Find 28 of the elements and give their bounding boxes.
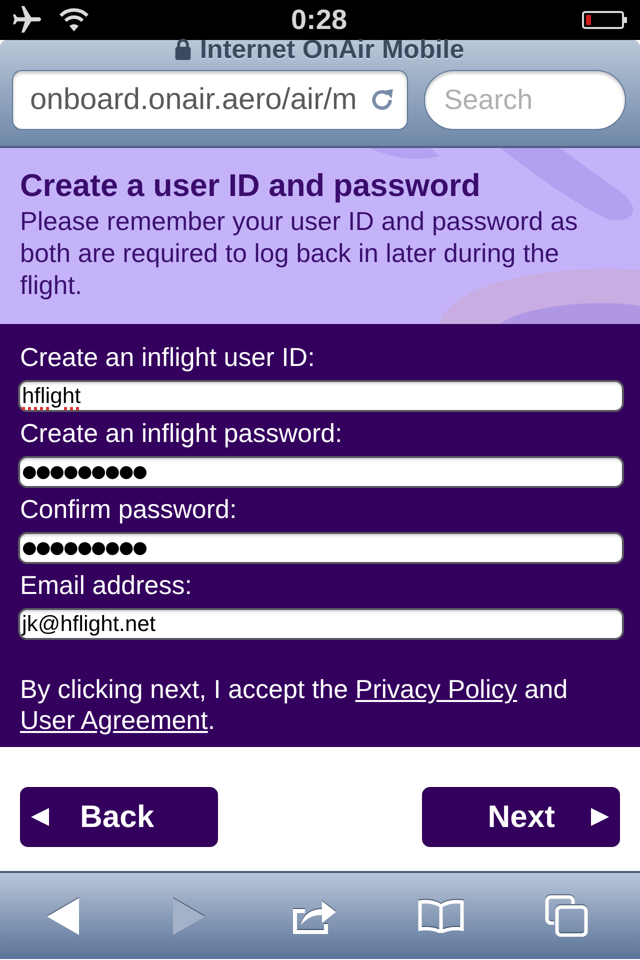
instruction-text: Please remember your user ID and password as both are required to log back in later during the flight. bbox=[20, 205, 579, 301]
page-title: Internet OnAir Mobile bbox=[200, 37, 464, 61]
text-field[interactable]: jk@hflight.net bbox=[18, 608, 624, 640]
right-triangle-icon bbox=[590, 807, 610, 827]
address-field[interactable]: onboard.onair.aero/air/m bbox=[12, 70, 408, 130]
tabs-icon[interactable] bbox=[545, 895, 589, 937]
back-button[interactable]: Back bbox=[20, 787, 218, 847]
reload-icon[interactable] bbox=[369, 87, 395, 113]
field-label: Email address: bbox=[20, 569, 193, 602]
password-field[interactable]: ●●●●●●●●● bbox=[18, 532, 624, 564]
field-label: Create an inflight user ID: bbox=[20, 341, 316, 374]
field-label: Confirm password: bbox=[20, 493, 238, 526]
airplane-icon bbox=[10, 6, 44, 34]
text-field[interactable]: hflight bbox=[18, 380, 624, 412]
left-triangle-icon bbox=[30, 807, 50, 827]
battery-icon bbox=[582, 11, 628, 29]
password-field[interactable]: ●●●●●●●●● bbox=[18, 456, 624, 488]
policy-link[interactable]: Privacy Policy bbox=[355, 674, 518, 704]
policy-link[interactable]: User Agreement bbox=[20, 705, 208, 735]
book-icon[interactable] bbox=[417, 899, 465, 933]
consent-text: By clicking next, I accept the Privacy Policy and User Agreement. bbox=[20, 674, 569, 736]
field-label: Create an inflight password: bbox=[20, 417, 344, 450]
clock-time: 0:28 bbox=[290, 5, 348, 35]
address-text: onboard.onair.aero/air/m bbox=[30, 83, 357, 117]
page-heading: Create a user ID and password bbox=[20, 167, 482, 203]
back-icon[interactable] bbox=[47, 898, 79, 934]
next-button[interactable]: Next bbox=[422, 787, 620, 847]
wifi-icon bbox=[58, 7, 90, 33]
